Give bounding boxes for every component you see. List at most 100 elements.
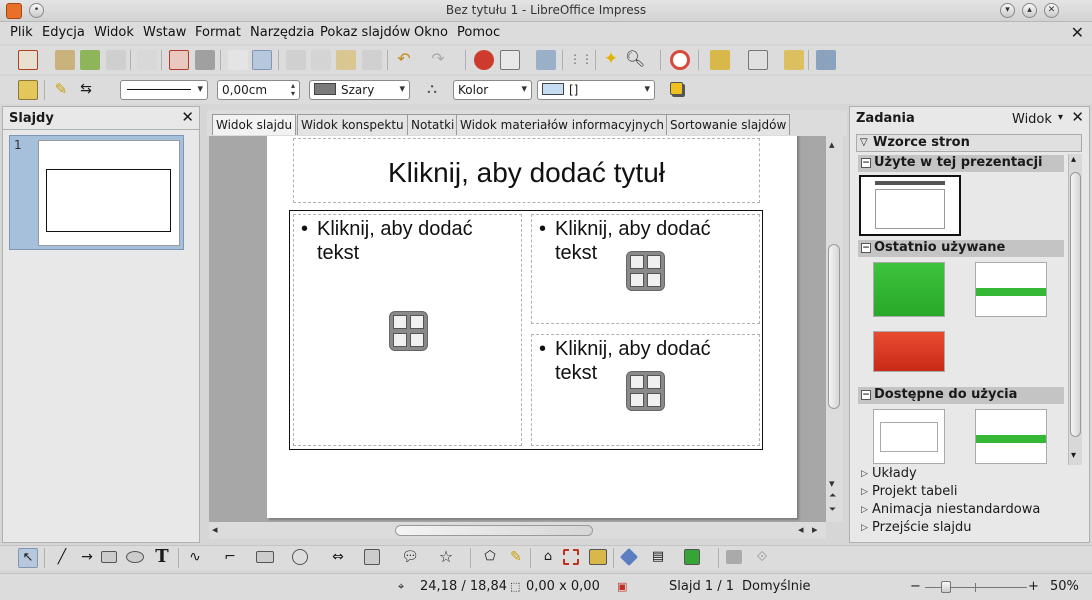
horizontal-scrollbar[interactable]: ◂ ◂ ▸ bbox=[209, 522, 826, 539]
close-panel-icon[interactable]: ✕ bbox=[181, 108, 194, 126]
area-fill-select[interactable]: [] ▾ bbox=[537, 80, 655, 100]
shadow-tool-icon[interactable] bbox=[726, 550, 742, 564]
page-up-icon[interactable]: ⏶ bbox=[829, 491, 836, 501]
horizontal-scroll-thumb[interactable] bbox=[395, 525, 593, 536]
slide-icon[interactable] bbox=[710, 50, 730, 70]
extrusion-icon[interactable] bbox=[619, 547, 639, 567]
master-default[interactable] bbox=[873, 409, 945, 464]
glue-points-icon[interactable]: ✎ bbox=[506, 548, 526, 568]
master-green[interactable] bbox=[873, 262, 945, 317]
copy-icon[interactable] bbox=[311, 50, 331, 70]
zoom-in-icon[interactable]: + bbox=[1028, 579, 1039, 594]
section-layouts[interactable]: ▷ Układy bbox=[858, 466, 1084, 483]
display-views-icon[interactable] bbox=[536, 50, 556, 70]
curve-icon[interactable]: ∿ bbox=[185, 548, 205, 568]
maximize-icon[interactable]: ▴ bbox=[1022, 3, 1037, 18]
slide-workarea[interactable]: Kliknij, aby dodać tytuł • Kliknij, aby … bbox=[209, 136, 826, 522]
insert-object-icon[interactable] bbox=[389, 311, 428, 351]
scroll-left-icon[interactable]: ◂ bbox=[212, 523, 218, 536]
edit-file-icon[interactable] bbox=[137, 50, 157, 70]
menu-edycja[interactable]: Edycja bbox=[42, 25, 85, 40]
connector-icon[interactable]: ⌐ bbox=[220, 548, 240, 568]
points-icon[interactable]: ⬠ bbox=[480, 548, 500, 568]
text-icon[interactable]: T bbox=[152, 547, 172, 567]
new-document-icon[interactable] bbox=[18, 50, 38, 70]
redo-icon[interactable]: ↷ bbox=[428, 50, 448, 70]
page-down-icon[interactable]: ⏷ bbox=[829, 505, 836, 515]
line-style-select[interactable]: ▾ bbox=[120, 80, 208, 100]
arrange-icon[interactable] bbox=[684, 549, 700, 565]
title-placeholder[interactable]: Kliknij, aby dodać tytuł bbox=[293, 138, 760, 203]
line-color-select[interactable]: Szary ▾ bbox=[309, 80, 410, 100]
section-slide-transition[interactable]: ▷ Przejście slajdu bbox=[858, 520, 1084, 537]
flowchart-icon[interactable] bbox=[364, 549, 380, 565]
close-window-icon[interactable]: ✕ bbox=[1044, 3, 1059, 18]
slide-layout-icon[interactable] bbox=[748, 50, 768, 70]
tab-sortowanie-slajdow[interactable]: Sortowanie slajdów bbox=[666, 114, 791, 135]
vertical-scroll-thumb[interactable] bbox=[828, 244, 840, 409]
right-top-content-placeholder[interactable]: • Kliknij, aby dodać tekst bbox=[531, 214, 760, 324]
minimize-icon[interactable]: ▾ bbox=[1000, 3, 1015, 18]
tab-notatki[interactable]: Notatki bbox=[407, 114, 459, 135]
spellcheck-icon[interactable] bbox=[228, 50, 248, 70]
insert-object-icon[interactable] bbox=[626, 251, 665, 291]
master-green-band-available[interactable] bbox=[975, 409, 1047, 464]
block-arrows-icon[interactable]: ⇔ bbox=[328, 548, 348, 568]
document-modified-icon[interactable]: ▣ bbox=[617, 580, 627, 593]
clone-formatting-icon[interactable] bbox=[362, 50, 382, 70]
area-style-select[interactable]: Kolor ▾ bbox=[453, 80, 532, 100]
open-icon[interactable] bbox=[55, 50, 75, 70]
tasks-scroll-thumb[interactable] bbox=[1070, 172, 1081, 437]
select-icon[interactable]: ↖ bbox=[18, 548, 38, 568]
basic-shapes-icon[interactable] bbox=[256, 551, 274, 563]
section-table-design[interactable]: ▷ Projekt tabeli bbox=[858, 484, 1084, 501]
chart-icon[interactable] bbox=[474, 50, 494, 70]
close-document-icon[interactable]: ✕ bbox=[1071, 23, 1084, 42]
section-recent[interactable]: − Ostatnio używane bbox=[858, 240, 1064, 257]
section-custom-animation[interactable]: ▷ Animacja niestandardowa bbox=[858, 502, 1084, 519]
line-width-input[interactable]: 0,00cm ▴ ▾ bbox=[217, 80, 300, 100]
area-icon[interactable]: ⛬ bbox=[422, 80, 442, 100]
stars-icon[interactable]: ☆ bbox=[436, 548, 456, 568]
slide-canvas[interactable]: Kliknij, aby dodać tytuł • Kliknij, aby … bbox=[267, 136, 797, 518]
rectangle-icon[interactable] bbox=[101, 551, 117, 563]
ellipse-icon[interactable] bbox=[126, 551, 144, 563]
cut-icon[interactable] bbox=[286, 50, 306, 70]
tab-widok-konspektu[interactable]: Widok konspektu bbox=[297, 114, 408, 135]
menu-wstaw[interactable]: Wstaw bbox=[143, 25, 186, 40]
slideshow-icon[interactable] bbox=[816, 50, 836, 70]
insert-object-icon[interactable] bbox=[626, 371, 665, 411]
paste-icon[interactable] bbox=[336, 50, 356, 70]
slide-design-icon[interactable] bbox=[784, 50, 804, 70]
view-menu[interactable]: Widok bbox=[1012, 112, 1052, 127]
scroll-down-icon[interactable]: ▾ bbox=[1071, 450, 1076, 461]
zoom-icon[interactable]: 🔍︎ bbox=[625, 50, 645, 70]
navigator-icon[interactable]: ✦ bbox=[601, 50, 621, 70]
shadow-icon[interactable] bbox=[670, 82, 683, 95]
section-used[interactable]: − Użyte w tej prezentacji bbox=[858, 155, 1064, 172]
menu-plik[interactable]: Plik bbox=[10, 25, 33, 40]
close-panel-icon[interactable]: ✕ bbox=[1071, 108, 1084, 126]
menu-pomoc[interactable]: Pomoc bbox=[457, 25, 500, 40]
gallery-icon[interactable] bbox=[589, 549, 607, 565]
scroll-right-icon[interactable]: ◂ bbox=[798, 523, 804, 536]
spin-icon[interactable]: ▴ ▾ bbox=[291, 82, 295, 98]
arrow-tool-icon[interactable]: → bbox=[77, 548, 97, 568]
menu-narzedzia[interactable]: Narzędzia bbox=[250, 25, 315, 40]
master-green-band[interactable] bbox=[975, 262, 1047, 317]
autospellcheck-icon[interactable] bbox=[252, 50, 272, 70]
fontwork-icon[interactable]: ⌂ bbox=[538, 548, 558, 568]
styles-icon[interactable] bbox=[18, 80, 38, 100]
from-file-icon[interactable] bbox=[563, 549, 579, 565]
scroll-up-icon[interactable]: ▴ bbox=[1071, 154, 1076, 165]
scroll-down-icon[interactable]: ▾ bbox=[829, 477, 835, 490]
slide-thumbnail-1[interactable]: 1 bbox=[9, 135, 184, 250]
undo-icon[interactable]: ↶ bbox=[394, 50, 414, 70]
menu-format[interactable]: Format bbox=[195, 25, 241, 40]
scroll-right-icon[interactable]: ▸ bbox=[812, 523, 818, 536]
align-icon[interactable]: ▤ bbox=[648, 548, 668, 568]
tasks-scrollbar[interactable]: ▴ ▾ bbox=[1068, 154, 1082, 465]
master-used[interactable] bbox=[859, 175, 961, 236]
table-icon[interactable] bbox=[500, 50, 520, 70]
left-content-placeholder[interactable]: • Kliknij, aby dodać tekst bbox=[293, 214, 522, 446]
